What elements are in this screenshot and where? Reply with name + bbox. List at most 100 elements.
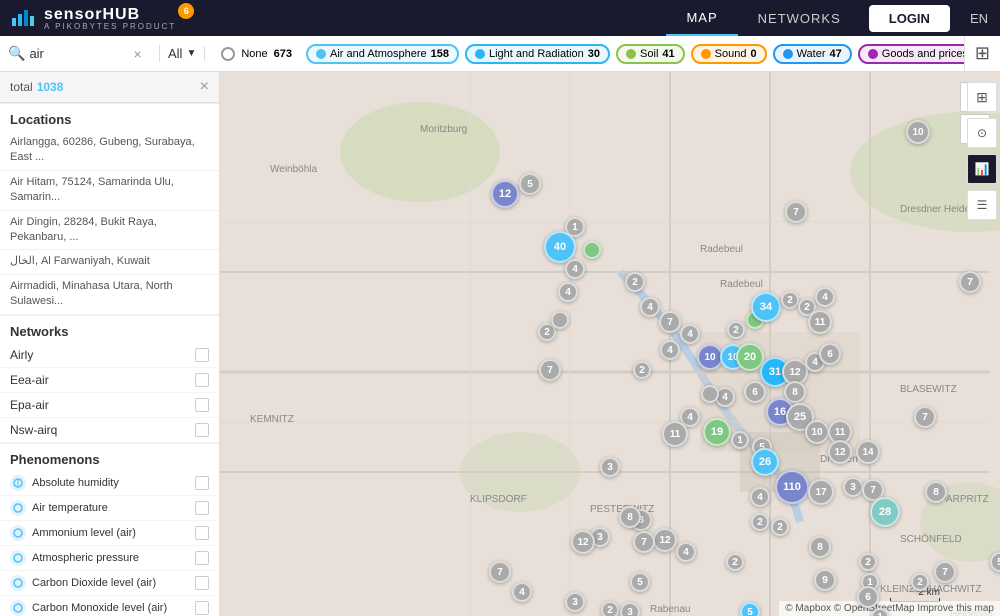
cluster-marker[interactable]: 8 [809,536,831,558]
list-item[interactable]: Airlangga, 60286, Gubeng, Surabaya, East… [0,131,219,171]
chevron-down-icon: ▼ [186,48,196,59]
cluster-marker[interactable]: 2 [727,321,745,339]
layers-button[interactable]: ⊞ [964,36,1000,71]
cluster-marker[interactable]: 2 [601,601,619,616]
ph-absolute-humidity-checkbox[interactable] [195,476,209,490]
cluster-marker[interactable]: 7 [539,359,561,381]
list-item[interactable]: Airmadidi, Minahasa Utara, North Sulawes… [0,275,219,315]
cluster-marker[interactable]: 7 [633,531,655,553]
cluster-marker[interactable]: 40 [544,231,576,263]
cluster-marker[interactable]: 3 [620,602,640,616]
cluster-marker[interactable]: 17 [808,479,834,505]
cluster-marker[interactable]: 5 [519,173,541,195]
cluster-marker[interactable]: 2 [771,518,789,536]
cluster-marker[interactable]: 2 [781,291,799,309]
compass-button[interactable]: ⊙ [967,118,997,148]
cluster-marker[interactable]: 12 [828,440,852,464]
cluster-marker[interactable]: 2 [911,573,929,591]
cluster-marker[interactable]: 4 [558,282,578,302]
cluster-marker[interactable]: 11 [662,421,688,447]
cluster-marker[interactable]: 14 [856,440,880,464]
cluster-marker[interactable]: 1 [731,431,749,449]
cluster-marker[interactable]: 28 [870,497,900,527]
cluster-marker[interactable]: 6 [744,381,766,403]
nav-map[interactable]: MAP [666,0,737,36]
cluster-marker[interactable] [583,241,601,259]
cluster-marker[interactable]: 3 [843,477,863,497]
layers-panel-button[interactable]: ⊞ [967,82,997,112]
cluster-marker[interactable]: 7 [659,311,681,333]
list-button[interactable]: ☰ [967,190,997,220]
sidebar-close-button[interactable]: × [200,78,209,96]
cluster-marker[interactable]: 6 [857,586,879,608]
cluster-marker[interactable]: 2 [625,272,645,292]
cluster-marker[interactable]: 4 [815,287,835,307]
cluster-marker[interactable]: 2 [859,553,877,571]
cluster-marker[interactable]: 12 [653,528,677,552]
cluster-marker[interactable] [701,385,719,403]
cluster-marker[interactable]: 26 [751,448,779,476]
nav-lang[interactable]: EN [958,11,1000,26]
cluster-marker[interactable]: 4 [750,487,770,507]
network-nsw-airq-checkbox[interactable] [195,423,209,437]
ph-co-checkbox[interactable] [195,601,209,615]
cluster-marker[interactable]: 8 [925,481,947,503]
cluster-marker[interactable]: 2 [726,553,744,571]
cluster-marker[interactable]: 34 [751,292,781,322]
cluster-marker[interactable]: 4 [660,340,680,360]
cluster-marker[interactable]: 11 [808,310,832,334]
cluster-marker[interactable]: 10 [906,120,930,144]
cluster-marker[interactable]: 1 [871,608,889,616]
cluster-marker[interactable]: 5 [740,602,760,616]
none-tag[interactable]: None 673 [213,43,300,65]
network-eea-air-checkbox[interactable] [195,373,209,387]
ph-ammonium: Ammonium level (air) [0,521,219,546]
filter-tag-water[interactable]: Water 47 [773,44,852,64]
filter-tag-goods[interactable]: Goods and prices 89 [858,44,964,64]
search-input[interactable] [29,46,129,61]
filter-tag-light[interactable]: Light and Radiation 30 [465,44,610,64]
cluster-marker[interactable]: 110 [775,470,809,504]
cluster-marker[interactable]: 2 [633,361,651,379]
cluster-marker[interactable]: 4 [676,542,696,562]
cluster-marker[interactable]: 4 [680,324,700,344]
cluster-marker[interactable]: 7 [785,201,807,223]
ph-ammonium-checkbox[interactable] [195,526,209,540]
network-epa-air-checkbox[interactable] [195,398,209,412]
cluster-marker[interactable]: 7 [489,561,511,583]
cluster-marker[interactable]: 6 [819,343,841,365]
search-clear-button[interactable]: × [133,46,141,62]
network-eea-air-label: Eea-air [10,373,49,387]
nav-login-button[interactable]: LOGIN [869,5,950,32]
nav-networks[interactable]: NETWORKS [738,0,861,36]
cluster-marker[interactable]: 3 [565,592,585,612]
cluster-marker[interactable]: 8 [619,506,641,528]
cluster-marker[interactable]: 12 [491,180,519,208]
ph-co2-checkbox[interactable] [195,576,209,590]
filter-tag-soil[interactable]: Soil 41 [616,44,685,64]
cluster-marker[interactable] [551,311,569,329]
type-select[interactable]: All ▼ [160,46,205,61]
list-item[interactable]: Air Dingin, 28284, Bukit Raya, Pekanbaru… [0,211,219,251]
cluster-marker[interactable]: 2 [751,513,769,531]
ph-atmospheric-checkbox[interactable] [195,551,209,565]
network-airly-checkbox[interactable] [195,348,209,362]
list-item[interactable]: Air Hitam, 75124, Samarinda Ulu, Samarin… [0,171,219,211]
cluster-marker[interactable]: 9 [814,569,836,591]
cluster-marker[interactable]: 4 [512,582,532,602]
filter-tag-sound[interactable]: Sound 0 [691,44,767,64]
list-item[interactable]: الخال, Al Farwaniyah, Kuwait [0,250,219,274]
cluster-marker[interactable]: 7 [934,561,956,583]
ph-air-temperature-checkbox[interactable] [195,501,209,515]
cluster-marker[interactable]: 10 [805,420,829,444]
cluster-marker[interactable]: 4 [640,297,660,317]
filter-tag-air[interactable]: Air and Atmosphere 158 [306,44,459,64]
cluster-marker[interactable]: 3 [600,457,620,477]
cluster-marker[interactable]: 7 [914,406,936,428]
cluster-marker[interactable]: 4 [565,259,585,279]
cluster-marker[interactable]: 5 [630,572,650,592]
cluster-marker[interactable]: 12 [571,530,595,554]
map-area[interactable]: Weinböhla Moritzburg Dresdner Heide Rabe… [220,72,1000,616]
stats-button[interactable]: 📊 [967,154,997,184]
cluster-marker[interactable]: 19 [703,418,731,446]
